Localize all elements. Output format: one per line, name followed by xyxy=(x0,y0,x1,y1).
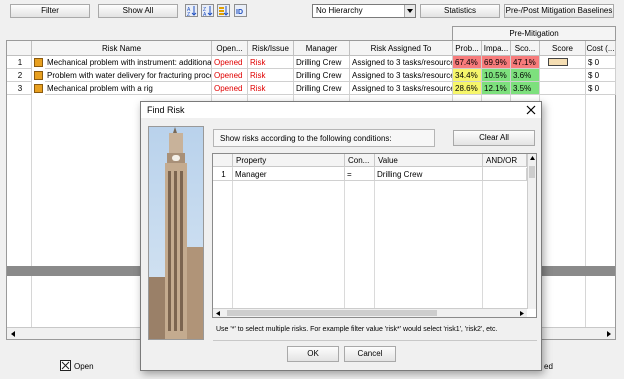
score-pct-cell[interactable]: 3.5% xyxy=(511,82,540,95)
chevron-down-icon[interactable] xyxy=(404,5,415,17)
probability-cell[interactable]: 67.4% xyxy=(453,56,482,69)
assigned-cell[interactable]: Assigned to 3 tasks/resource xyxy=(350,82,453,95)
assigned-cell[interactable]: Assigned to 3 tasks/resource xyxy=(350,69,453,82)
score-pct-cell[interactable]: 3.6% xyxy=(511,69,540,82)
row-number-header xyxy=(7,41,32,56)
column-header-probability[interactable]: Prob... xyxy=(453,41,482,56)
risk-name-cell[interactable]: Mechanical problem with a rig xyxy=(45,82,212,95)
probability-cell[interactable]: 34.4% xyxy=(453,69,482,82)
impact-cell[interactable]: 10.5% xyxy=(482,69,511,82)
vertical-scrollbar[interactable] xyxy=(527,154,536,309)
scroll-left-icon[interactable] xyxy=(215,310,222,319)
impact-cell[interactable]: 69.9% xyxy=(482,56,511,69)
clear-all-button[interactable]: Clear All xyxy=(453,130,535,146)
sort-ascending-icon[interactable]: AZ xyxy=(185,4,198,18)
open-legend-label: Open xyxy=(74,362,94,371)
column-header-score-pct[interactable]: Sco... xyxy=(511,41,540,56)
probability-cell[interactable]: 28.6% xyxy=(453,82,482,95)
status-cell[interactable]: Opened xyxy=(212,82,248,95)
column-header-risk-issue[interactable]: Risk/Issue xyxy=(248,41,294,56)
hierarchy-select[interactable]: No Hierarchy xyxy=(312,4,416,18)
column-header-value[interactable]: Value xyxy=(375,154,483,167)
conditions-label: Show risks according to the following co… xyxy=(213,129,435,147)
baselines-button[interactable]: Pre-/Post Mitigation Baselines xyxy=(504,4,614,18)
row-number-header xyxy=(213,154,233,167)
row-number: 2 xyxy=(7,69,32,82)
row-number: 1 xyxy=(213,168,233,181)
horizontal-scrollbar[interactable] xyxy=(213,308,527,317)
risk-name-cell[interactable]: Mechanical problem with instrument: addi… xyxy=(45,56,212,69)
risk-issue-cell[interactable]: Risk xyxy=(248,56,294,69)
risk-name-cell[interactable]: Problem with water delivery for fracturi… xyxy=(45,69,212,82)
impact-cell[interactable]: 12.1% xyxy=(482,82,511,95)
column-header-open[interactable]: Open... xyxy=(212,41,248,56)
manager-cell[interactable]: Drilling Crew xyxy=(294,69,350,82)
status-cell[interactable]: Opened xyxy=(212,56,248,69)
scroll-thumb[interactable] xyxy=(529,166,535,178)
svg-text:A: A xyxy=(203,12,207,16)
row-number: 3 xyxy=(7,82,32,95)
status-cell[interactable]: Opened xyxy=(212,69,248,82)
score-bar xyxy=(548,58,568,66)
ok-button[interactable]: OK xyxy=(287,346,339,362)
filter-button[interactable]: Filter xyxy=(10,4,90,18)
scroll-up-icon[interactable] xyxy=(529,155,536,164)
sort-custom-icon[interactable] xyxy=(217,4,230,17)
assigned-cell[interactable]: Assigned to 3 tasks/resource xyxy=(350,56,453,69)
column-header-condition[interactable]: Con... xyxy=(345,154,375,167)
column-header-score[interactable]: Score xyxy=(540,41,586,56)
svg-text:ID: ID xyxy=(236,9,243,16)
scroll-right-icon[interactable] xyxy=(605,330,613,340)
condition-cell[interactable]: = xyxy=(345,168,375,181)
column-header-property[interactable]: Property xyxy=(233,154,345,167)
building-illustration xyxy=(148,126,204,340)
id-sort-icon[interactable]: ID xyxy=(234,4,247,17)
conditions-grid: Property Con... Value AND/OR 1 Manager =… xyxy=(212,153,537,318)
pre-mitigation-group-header: Pre-Mitigation xyxy=(452,26,616,40)
score-cell[interactable] xyxy=(540,82,586,95)
column-header-and-or[interactable]: AND/OR xyxy=(483,154,527,167)
svg-text:Z: Z xyxy=(187,12,190,16)
risk-icon xyxy=(34,58,43,67)
risk-icon xyxy=(34,71,43,80)
dialog-title: Find Risk xyxy=(147,105,185,115)
open-checkbox-icon[interactable] xyxy=(60,360,71,371)
risk-issue-cell[interactable]: Risk xyxy=(248,69,294,82)
cost-cell[interactable]: $ 0 xyxy=(586,69,616,82)
hint-text: Use '*' to select multiple risks. For ex… xyxy=(216,326,498,333)
score-cell[interactable] xyxy=(540,69,586,82)
manager-cell[interactable]: Drilling Crew xyxy=(294,82,350,95)
and-or-cell[interactable] xyxy=(483,168,527,181)
cost-cell[interactable]: $ 0 xyxy=(586,56,616,69)
scroll-thumb[interactable] xyxy=(227,310,437,316)
cost-cell[interactable]: $ 0 xyxy=(586,82,616,95)
dialog-titlebar: Find Risk xyxy=(141,102,541,118)
score-pct-cell[interactable]: 47.1% xyxy=(511,56,540,69)
scroll-left-icon[interactable] xyxy=(9,330,17,340)
value-cell[interactable]: Drilling Crew xyxy=(375,168,483,181)
statistics-button[interactable]: Statistics xyxy=(420,4,500,18)
manager-cell[interactable]: Drilling Crew xyxy=(294,56,350,69)
column-header-manager[interactable]: Manager xyxy=(294,41,350,56)
closed-legend-label: ed xyxy=(544,362,553,371)
risk-issue-cell[interactable]: Risk xyxy=(248,82,294,95)
score-cell[interactable] xyxy=(540,56,586,69)
scroll-right-icon[interactable] xyxy=(518,310,525,319)
cancel-button[interactable]: Cancel xyxy=(344,346,396,362)
column-header-impact[interactable]: Impa... xyxy=(482,41,511,56)
column-header-risk-name[interactable]: Risk Name xyxy=(32,41,212,56)
hierarchy-select-value: No Hierarchy xyxy=(316,6,363,15)
sort-descending-icon[interactable]: ZA xyxy=(201,4,214,18)
dialog-divider xyxy=(213,340,537,341)
show-all-button[interactable]: Show All xyxy=(98,4,178,18)
property-cell[interactable]: Manager xyxy=(233,168,345,181)
row-number: 1 xyxy=(7,56,32,69)
column-header-cost[interactable]: Cost (... xyxy=(586,41,616,56)
column-header-risk-assigned-to[interactable]: Risk Assigned To xyxy=(350,41,453,56)
risk-icon xyxy=(34,84,43,93)
close-icon[interactable] xyxy=(525,104,537,118)
